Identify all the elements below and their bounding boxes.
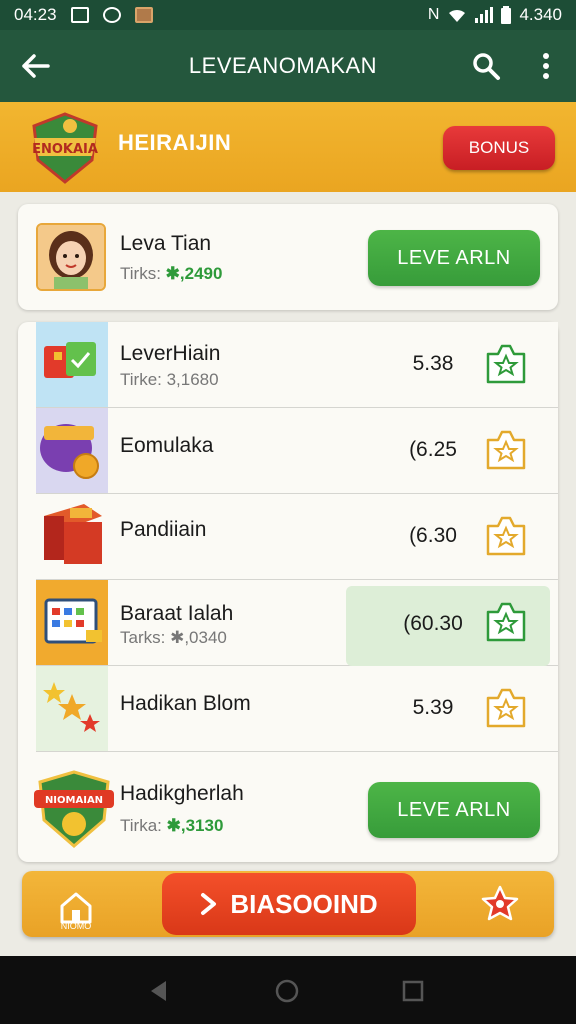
list-item[interactable]: Eomulaka (6.25 <box>36 408 558 494</box>
player-stats: Tirka: ✱,3130 <box>120 816 224 835</box>
chest-icon <box>36 494 108 579</box>
player-card: Leva Tian Tirks: ✱,2490 LEVE ARLN <box>18 204 558 310</box>
shield-badge-icon: NIOMAIAN <box>34 770 114 848</box>
item-name: LeverHiain <box>120 342 221 365</box>
bottom-action-bar: NIOMO BIASOOIND <box>22 871 554 937</box>
bottom-player-row: NIOMAIAN Hadikgherlah Tirka: ✱,3130 LEVE… <box>18 752 558 862</box>
back-button[interactable] <box>0 30 70 102</box>
list-item[interactable]: LeverHiain Tirke: 3,1680 5.38 <box>36 322 558 408</box>
list-item-selected[interactable]: Baraat Ialah Tarks: ✱,0340 (60.30 <box>36 580 558 666</box>
battery-icon <box>501 6 512 24</box>
item-price: (60.30 <box>403 612 463 635</box>
image-notification-icon <box>70 7 89 23</box>
game-logo: ENOKAIA <box>32 112 98 184</box>
battery-level: 4.340 <box>519 5 562 24</box>
cta-label: BIASOOIND <box>230 888 378 919</box>
search-icon <box>473 53 500 80</box>
system-nav-bar <box>0 956 576 1024</box>
leve-arln-button[interactable]: LEVE ARLN <box>368 782 540 838</box>
sync-notification-icon <box>102 7 121 23</box>
signal-icon <box>475 7 494 23</box>
star-favorite-icon[interactable] <box>484 600 528 644</box>
star-badge-icon[interactable] <box>480 884 520 924</box>
status-time: 04:23 <box>14 5 57 24</box>
more-vert-icon <box>543 53 549 79</box>
nav-back-icon[interactable] <box>146 978 172 1004</box>
player-stats: Tirks: ✱,2490 <box>120 264 223 283</box>
button-label: LEVE ARLN <box>397 798 511 821</box>
item-price: 5.38 <box>412 352 454 375</box>
arrow-left-icon <box>22 54 50 78</box>
star-favorite-icon[interactable] <box>484 514 528 558</box>
item-name: Baraat Ialah <box>120 602 234 625</box>
page-title: LEVEANOMAKAN <box>188 53 378 78</box>
home-label: NIOMO <box>60 921 92 931</box>
item-price: (6.30 <box>409 524 457 547</box>
app-bar: LEVEANOMAKAN <box>0 30 576 102</box>
avatar <box>36 223 106 291</box>
nav-recents-icon[interactable] <box>400 978 426 1004</box>
app-notification-icon <box>134 7 153 23</box>
more-options-button[interactable] <box>516 30 576 102</box>
wifi-icon <box>449 9 466 22</box>
item-name: Pandiiain <box>120 518 207 541</box>
item-price: 5.39 <box>412 696 454 719</box>
item-stats: Tarks: ✱,0340 <box>120 628 227 647</box>
item-stats: Tirke: 3,1680 <box>120 370 219 389</box>
nfc-icon: N <box>427 6 440 23</box>
status-bar: 04:23 N 4.340 <box>0 0 576 30</box>
list-item[interactable]: Pandiiain (6.30 <box>36 494 558 580</box>
button-label: LEVE ARLN <box>397 246 511 269</box>
bonus-button[interactable]: BONUS <box>443 126 555 170</box>
main-cta-button[interactable]: BIASOOIND <box>162 873 416 935</box>
logo-text: ENOKAIA <box>32 142 98 157</box>
player-name: Hadikgherlah <box>120 782 244 805</box>
item-name: Eomulaka <box>120 434 214 457</box>
star-favorite-icon[interactable] <box>484 342 528 386</box>
item-price: (6.25 <box>409 438 457 461</box>
stars-icon <box>36 666 108 751</box>
leve-arln-button[interactable]: LEVE ARLN <box>368 230 540 286</box>
coin-pouch-icon <box>36 408 108 493</box>
star-favorite-icon[interactable] <box>484 428 528 472</box>
item-name: Hadikan Blom <box>120 692 251 715</box>
calendar-grid-icon <box>36 580 108 665</box>
chevron-right-icon <box>201 893 217 915</box>
nav-home-icon[interactable] <box>274 978 300 1004</box>
girl-avatar-icon <box>38 225 104 289</box>
bonus-label: BONUS <box>468 138 530 157</box>
player-name: Leva Tian <box>120 232 212 255</box>
cards-icon <box>36 322 108 407</box>
star-favorite-icon[interactable] <box>484 686 528 730</box>
badge-text: NIOMAIAN <box>45 795 103 806</box>
search-button[interactable] <box>456 30 516 102</box>
list-item[interactable]: Hadikan Blom 5.39 <box>36 666 558 752</box>
banner-title: HEIRAIJIN <box>118 130 232 155</box>
